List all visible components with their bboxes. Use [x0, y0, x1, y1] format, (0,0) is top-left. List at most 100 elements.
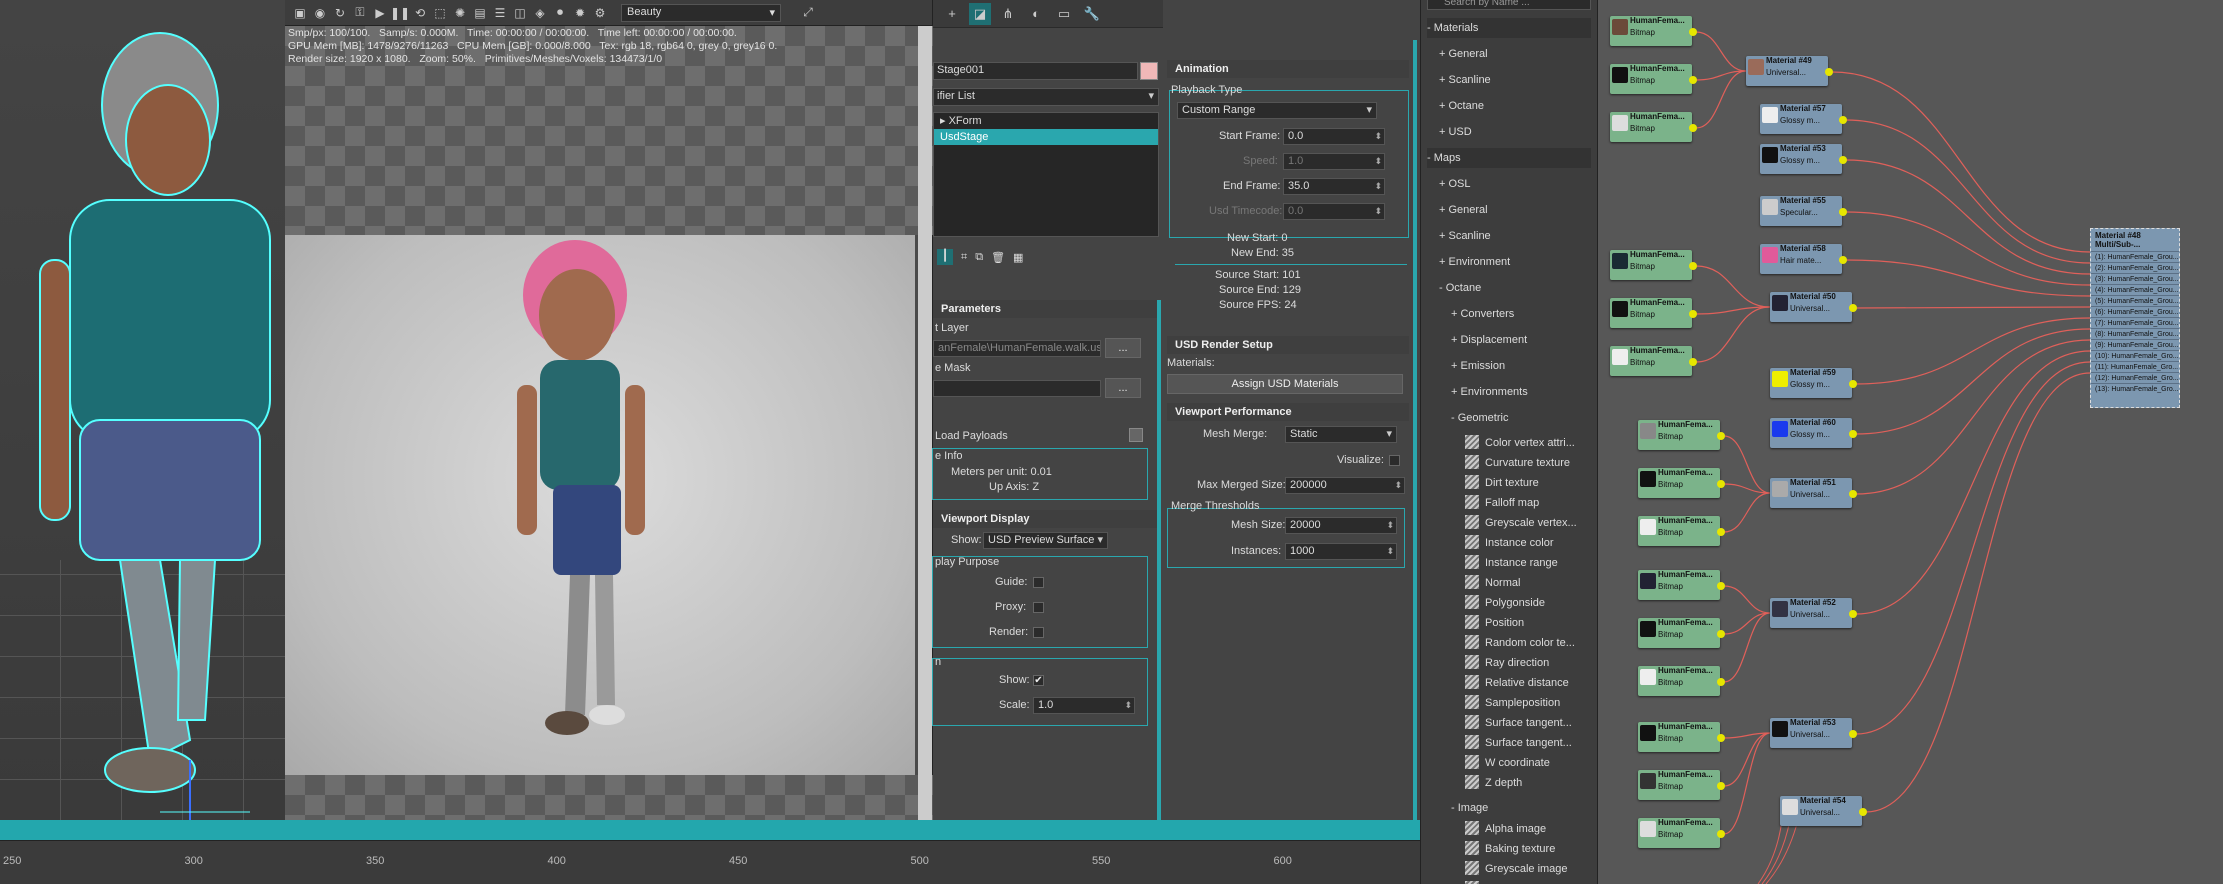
slate-node-editor[interactable]: HumanFema... Bitmap HumanFema... Bitmap Huma…: [1598, 0, 2223, 884]
stage-mask-browse-button[interactable]: ...: [1105, 378, 1141, 398]
panel-scroll-indicator[interactable]: [1157, 300, 1161, 820]
multi-node-slot[interactable]: (9): HumanFemale_Grou...: [2091, 339, 2179, 350]
color-icon[interactable]: ✺: [451, 4, 469, 22]
show-mode-dropdown[interactable]: USD Preview Surface: [983, 532, 1108, 549]
modify-tab-icon[interactable]: ◪: [969, 2, 991, 25]
pause-icon[interactable]: ❚❚: [390, 4, 410, 22]
material-node[interactable]: Material #54 Universal...: [1780, 796, 1867, 826]
multi-node-slot[interactable]: (6): HumanFemale_Grou...: [2091, 306, 2179, 317]
filter-icon[interactable]: ◈: [531, 4, 549, 22]
settings-scroll-indicator[interactable]: [1413, 40, 1417, 820]
material-node[interactable]: Material #59 Glossy m...: [1770, 368, 1857, 398]
modifier-list-dropdown[interactable]: ifier List: [933, 88, 1159, 106]
map-item[interactable]: Color vertex attri...: [1465, 434, 1575, 452]
map-item[interactable]: Relative distance: [1465, 674, 1569, 692]
mesh-merge-dropdown[interactable]: Static: [1285, 426, 1397, 443]
map-item[interactable]: Polygonside: [1465, 594, 1545, 612]
map-item[interactable]: Instance range: [1465, 554, 1558, 572]
expand-icon[interactable]: ⤢: [799, 4, 817, 22]
stack-item-usdstage[interactable]: UsdStage: [934, 129, 1158, 145]
max-merged-size-spinner[interactable]: 200000: [1285, 477, 1405, 494]
material-node[interactable]: Material #55 Specular...: [1760, 196, 1847, 226]
bitmap-node[interactable]: HumanFema... Bitmap: [1638, 570, 1725, 600]
node-output-socket[interactable]: [1825, 68, 1833, 76]
save-icon[interactable]: ▣: [291, 4, 309, 22]
node-output-socket[interactable]: [1717, 734, 1725, 742]
node-output-socket[interactable]: [1717, 830, 1725, 838]
animation-rollout-header[interactable]: Animation: [1167, 60, 1409, 78]
map-item[interactable]: Ray direction: [1465, 654, 1549, 672]
map-item[interactable]: Falloff map: [1465, 494, 1539, 512]
remove-modifier-icon[interactable]: 🗑: [991, 251, 1005, 264]
multi-node-slot[interactable]: (7): HumanFemale_Grou...: [2091, 317, 2179, 328]
browser-group[interactable]: - Image: [1451, 798, 1488, 818]
material-node[interactable]: Material #58 Hair mate...: [1760, 244, 1847, 274]
material-node[interactable]: Material #50 Universal...: [1770, 292, 1857, 322]
octane-icon[interactable]: ✹: [571, 4, 589, 22]
node-output-socket[interactable]: [1839, 256, 1847, 264]
multi-node-slot[interactable]: (1): HumanFemale_Grou...: [2091, 251, 2179, 262]
node-output-socket[interactable]: [1689, 310, 1697, 318]
browser-group[interactable]: + Environment: [1439, 252, 1591, 272]
bitmap-node[interactable]: HumanFema... Bitmap: [1638, 722, 1725, 752]
parameters-rollout-header[interactable]: Parameters: [933, 300, 1161, 318]
show-end-result-icon[interactable]: ⌗: [961, 251, 967, 264]
timeline-ruler[interactable]: 2503003504004505005506006507007508008509…: [0, 840, 2199, 884]
multi-node-slot[interactable]: (11): HumanFemale_Gro...: [2091, 361, 2179, 372]
icon-scale-spinner[interactable]: 1.0: [1033, 697, 1135, 714]
visualize-checkbox[interactable]: [1389, 455, 1400, 466]
record-icon[interactable]: ⏺: [551, 4, 569, 22]
bitmap-node[interactable]: HumanFema... Bitmap: [1610, 346, 1697, 376]
multi-node-slot[interactable]: (10): HumanFemale_Gro...: [2091, 350, 2179, 361]
object-name-field[interactable]: Stage001: [933, 62, 1138, 80]
node-output-socket[interactable]: [1689, 262, 1697, 270]
browser-group[interactable]: - Octane: [1439, 278, 1591, 298]
play-icon[interactable]: ▶: [371, 4, 389, 22]
map-item[interactable]: Dirt texture: [1465, 474, 1539, 492]
node-output-socket[interactable]: [1849, 610, 1857, 618]
node-output-socket[interactable]: [1717, 480, 1725, 488]
bitmap-node[interactable]: HumanFema... Bitmap: [1610, 112, 1697, 142]
node-output-socket[interactable]: [1849, 730, 1857, 738]
viewport-display-rollout-header[interactable]: Viewport Display: [933, 510, 1161, 528]
speed-spinner[interactable]: 1.0: [1283, 153, 1385, 170]
stack-item-xform[interactable]: ▸ XForm: [934, 113, 1158, 129]
multi-node-slot[interactable]: (12): HumanFemale_Gro...: [2091, 372, 2179, 383]
viewport-performance-rollout-header[interactable]: Viewport Performance: [1167, 403, 1409, 421]
node-output-socket[interactable]: [1689, 358, 1697, 366]
browser-group[interactable]: + Scanline: [1439, 226, 1591, 246]
layers-icon[interactable]: ☰: [491, 4, 509, 22]
map-item[interactable]: Baking texture: [1465, 840, 1555, 858]
multi-node-slot[interactable]: (5): HumanFemale_Grou...: [2091, 295, 2179, 306]
browser-search-input[interactable]: Search by Name ...: [1427, 0, 1591, 10]
multi-node-slot[interactable]: (2): HumanFemale_Grou...: [2091, 262, 2179, 273]
map-item[interactable]: Random color te...: [1465, 634, 1575, 652]
material-node[interactable]: Material #60 Glossy m...: [1770, 418, 1857, 448]
render-pass-select[interactable]: Beauty: [621, 3, 781, 22]
instances-spinner[interactable]: 1000: [1285, 543, 1397, 560]
browser-group[interactable]: - Geometric: [1451, 408, 1591, 428]
render-purpose-checkbox[interactable]: [1033, 627, 1044, 638]
map-item[interactable]: Sampleposition: [1465, 694, 1560, 712]
browser-group[interactable]: - Maps: [1427, 148, 1591, 168]
usd-render-setup-rollout-header[interactable]: USD Render Setup: [1167, 336, 1409, 354]
multi-node-slot[interactable]: (13): HumanFemale_Gro...: [2091, 383, 2179, 394]
node-output-socket[interactable]: [1859, 808, 1867, 816]
node-output-socket[interactable]: [1849, 380, 1857, 388]
bitmap-node[interactable]: HumanFema... Bitmap: [1638, 666, 1725, 696]
bitmap-node[interactable]: HumanFema... Bitmap: [1610, 298, 1697, 328]
gear-icon[interactable]: ⚙: [591, 4, 609, 22]
bitmap-node[interactable]: HumanFema... Bitmap: [1638, 516, 1725, 546]
restart-icon[interactable]: ⟲: [411, 4, 429, 22]
browser-group[interactable]: + Environments: [1451, 382, 1591, 402]
bitmap-node[interactable]: HumanFema... Bitmap: [1610, 250, 1697, 280]
node-output-socket[interactable]: [1849, 490, 1857, 498]
bitmap-node[interactable]: HumanFema... Bitmap: [1638, 618, 1725, 648]
viewport-perspective[interactable]: [0, 0, 285, 820]
root-layer-browse-button[interactable]: ...: [1105, 338, 1141, 358]
material-node[interactable]: Material #53 Universal...: [1770, 718, 1857, 748]
create-tab-icon[interactable]: +: [941, 3, 963, 25]
display-tab-icon[interactable]: ▭: [1053, 3, 1075, 25]
timeline-slider-bar[interactable]: [0, 820, 1420, 840]
map-item[interactable]: Alpha image: [1465, 820, 1546, 838]
